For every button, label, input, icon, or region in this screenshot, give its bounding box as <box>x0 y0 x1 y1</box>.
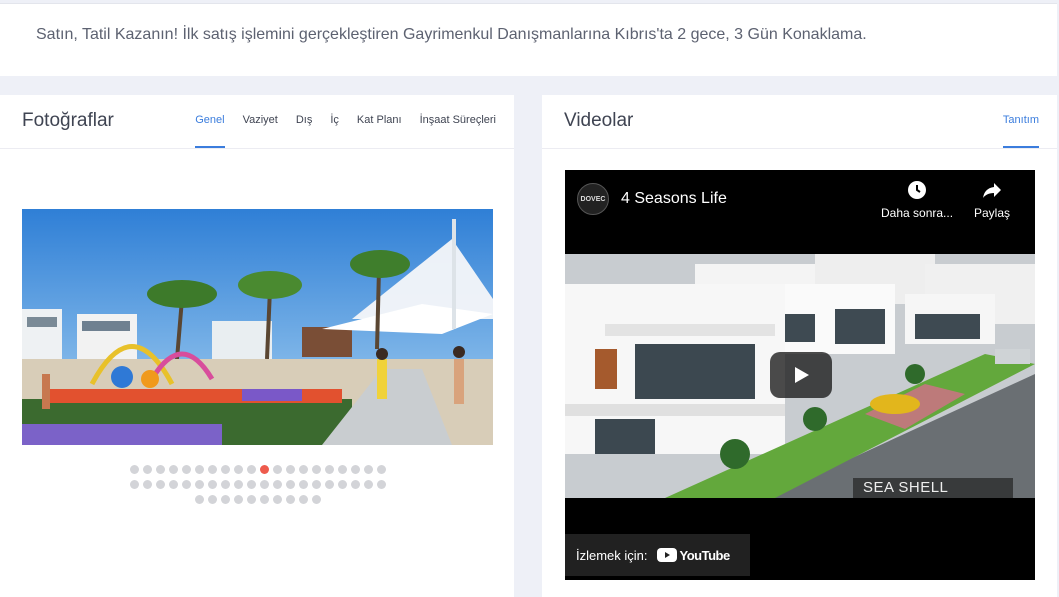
carousel-indicators <box>22 465 493 510</box>
carousel-dot[interactable] <box>233 495 243 504</box>
carousel-dot[interactable] <box>324 465 334 474</box>
carousel-dot[interactable] <box>194 495 204 504</box>
videos-tabs: Tanıtım <box>1002 95 1040 148</box>
carousel-dot[interactable] <box>272 495 282 504</box>
video-overlay-caption: SEA SHELL <box>853 478 1013 498</box>
carousel-dot[interactable] <box>246 480 256 489</box>
carousel-dot[interactable] <box>259 495 269 504</box>
clock-icon <box>908 181 927 199</box>
play-icon <box>795 367 809 383</box>
tab-vaziyet[interactable]: Vaziyet <box>243 95 278 148</box>
carousel-dot-row <box>22 480 493 489</box>
carousel-dot[interactable] <box>285 480 295 489</box>
carousel-dot[interactable] <box>220 465 230 474</box>
tab-ic[interactable]: İç <box>330 95 339 148</box>
carousel-dot[interactable] <box>168 480 178 489</box>
videos-panel: Videolar Tanıtım DOVEC 4 Seasons Life Da… <box>542 95 1057 597</box>
tab-dis[interactable]: Dış <box>296 95 313 148</box>
carousel-dot-active[interactable] <box>259 465 269 474</box>
play-button[interactable] <box>770 352 832 398</box>
carousel-dot[interactable] <box>272 465 282 474</box>
promo-banner: Satın, Tatil Kazanın! İlk satış işlemini… <box>0 3 1057 76</box>
carousel-dot[interactable] <box>194 480 204 489</box>
carousel-dot[interactable] <box>155 480 165 489</box>
carousel-dot[interactable] <box>350 465 360 474</box>
carousel-dot[interactable] <box>207 480 217 489</box>
promo-text: Satın, Tatil Kazanın! İlk satış işlemini… <box>36 26 867 43</box>
watch-later-label: Daha sonra... <box>881 206 954 220</box>
carousel-dot[interactable] <box>285 465 295 474</box>
share-icon <box>983 183 1002 198</box>
carousel-dot[interactable] <box>272 480 282 489</box>
tab-genel[interactable]: Genel <box>195 95 225 148</box>
youtube-wordmark: YouTube <box>679 547 731 563</box>
watch-on-youtube-button[interactable]: İzlemek için: YouTube <box>565 534 750 576</box>
carousel-dot[interactable] <box>285 495 295 504</box>
carousel-dot[interactable] <box>376 480 386 489</box>
carousel-dot[interactable] <box>246 465 256 474</box>
carousel-dot[interactable] <box>337 480 347 489</box>
gallery-photo[interactable] <box>22 209 493 445</box>
carousel-dot[interactable] <box>298 480 308 489</box>
photos-title: Fotoğraflar <box>22 110 114 131</box>
carousel-dot-row <box>22 465 493 474</box>
videos-header: Videolar Tanıtım <box>542 95 1057 149</box>
carousel-dot[interactable] <box>311 480 321 489</box>
carousel-dot[interactable] <box>350 480 360 489</box>
carousel-dot[interactable] <box>298 495 308 504</box>
carousel-dot-row <box>22 495 493 504</box>
carousel-dot[interactable] <box>311 465 321 474</box>
carousel-dot[interactable] <box>168 465 178 474</box>
carousel-dot[interactable] <box>129 480 139 489</box>
carousel-dot[interactable] <box>220 495 230 504</box>
carousel-dot[interactable] <box>220 480 230 489</box>
videos-title: Videolar <box>564 110 634 131</box>
tab-tanitim[interactable]: Tanıtım <box>1002 95 1040 148</box>
player-top-bar: DOVEC 4 Seasons Life Daha sonra... Payla… <box>565 170 1035 254</box>
share-label: Paylaş <box>974 206 1011 220</box>
carousel-dot[interactable] <box>233 480 243 489</box>
carousel-dot[interactable] <box>246 495 256 504</box>
carousel-dot[interactable] <box>142 465 152 474</box>
carousel-dot[interactable] <box>194 465 204 474</box>
youtube-logo: YouTube <box>656 547 731 563</box>
youtube-icon <box>656 548 677 562</box>
carousel-dot[interactable] <box>324 480 334 489</box>
video-title[interactable]: 4 Seasons Life <box>621 190 727 208</box>
photos-tabs: Genel Vaziyet Dış İç Kat Planı İnşaat Sü… <box>195 95 496 148</box>
watch-later-button[interactable]: Daha sonra... <box>881 180 953 220</box>
photos-panel: Fotoğraflar Genel Vaziyet Dış İç Kat Pla… <box>0 95 514 597</box>
youtube-player[interactable]: DOVEC 4 Seasons Life Daha sonra... Payla… <box>565 170 1035 580</box>
tab-kat-plani[interactable]: Kat Planı <box>357 95 402 148</box>
carousel-dot[interactable] <box>207 465 217 474</box>
watch-on-label: İzlemek için: <box>576 547 648 563</box>
carousel-dot[interactable] <box>298 465 308 474</box>
tab-insaat-surecleri[interactable]: İnşaat Süreçleri <box>420 95 496 148</box>
carousel-dot[interactable] <box>181 465 191 474</box>
carousel-dot[interactable] <box>376 465 386 474</box>
carousel-dot[interactable] <box>337 465 347 474</box>
channel-avatar[interactable]: DOVEC <box>577 183 609 215</box>
carousel-dot[interactable] <box>181 480 191 489</box>
carousel-dot[interactable] <box>363 480 373 489</box>
carousel-dot[interactable] <box>129 465 139 474</box>
carousel-dot[interactable] <box>363 465 373 474</box>
carousel-dot[interactable] <box>233 465 243 474</box>
carousel-dot[interactable] <box>259 480 269 489</box>
carousel-dot[interactable] <box>155 465 165 474</box>
carousel-dot[interactable] <box>142 480 152 489</box>
carousel-dot[interactable] <box>207 495 217 504</box>
photos-header: Fotoğraflar Genel Vaziyet Dış İç Kat Pla… <box>0 95 514 149</box>
carousel-dot[interactable] <box>311 495 321 504</box>
share-button[interactable]: Paylaş <box>974 180 1010 220</box>
